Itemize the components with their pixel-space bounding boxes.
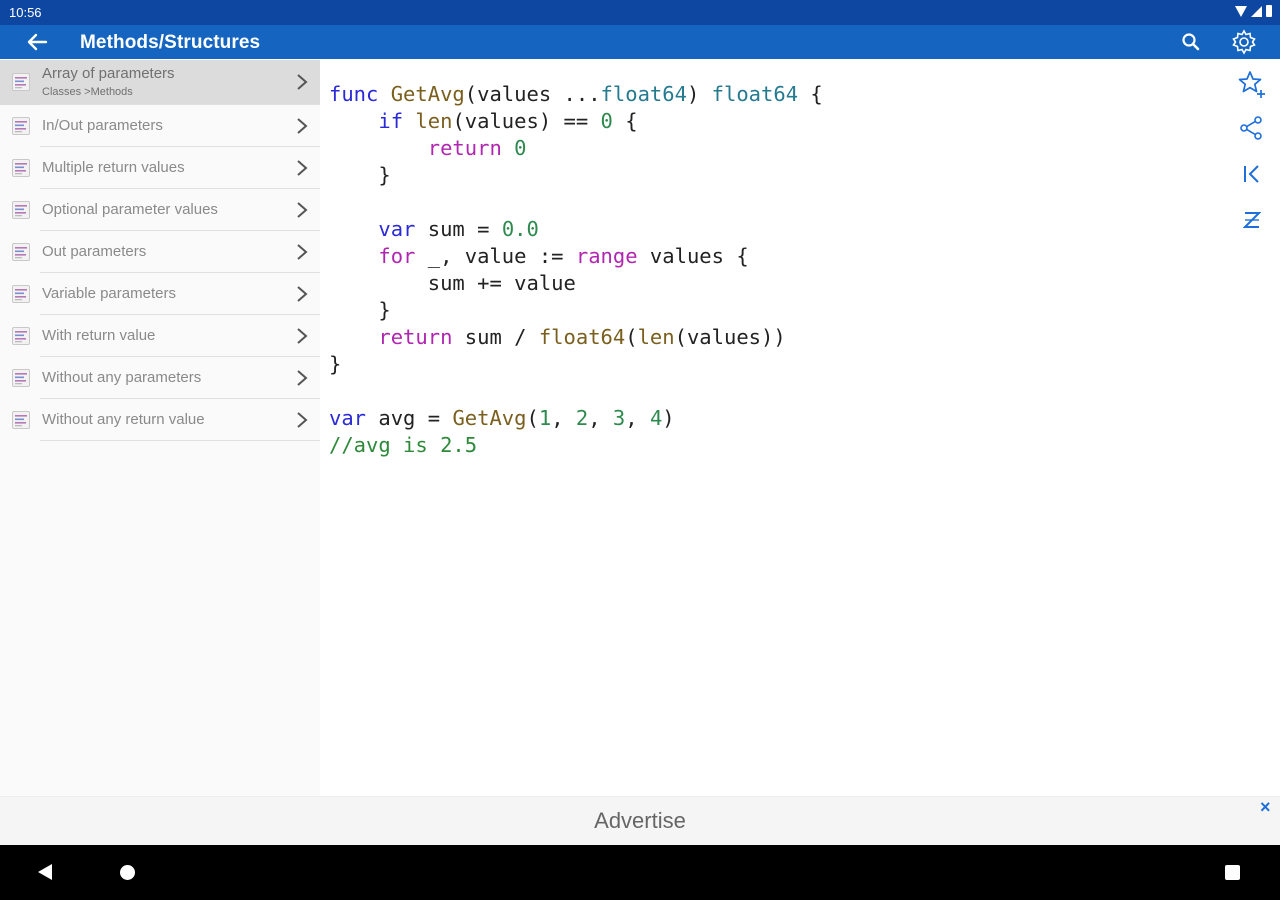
sidebar-item[interactable]: Array of parameters Classes >Methods (0, 60, 320, 105)
code-file-icon (11, 410, 31, 430)
status-bar: 10:56 (0, 0, 1280, 25)
star-plus-icon[interactable] (1236, 68, 1268, 100)
search-icon[interactable] (1180, 31, 1202, 53)
code-file-icon (11, 368, 31, 388)
close-icon[interactable]: × (1260, 797, 1271, 818)
chevron-right-icon (296, 285, 308, 303)
nav-home-icon[interactable] (120, 865, 135, 880)
chevron-right-icon (296, 327, 308, 345)
code-block: func GetAvg(values ...float64) float64 {… (329, 82, 823, 457)
system-nav-bar (0, 845, 1280, 900)
system-icons (1235, 5, 1272, 17)
code-file-icon (11, 242, 31, 262)
battery-icon (1266, 5, 1272, 17)
sidebar-item[interactable]: Multiple return values (0, 147, 320, 189)
sort-az-icon[interactable] (1236, 204, 1268, 236)
code-file-icon (11, 200, 31, 220)
sidebar-item[interactable]: Out parameters (0, 231, 320, 273)
ad-banner[interactable]: Advertise × (0, 796, 1280, 845)
sidebar-item[interactable]: With return value (0, 315, 320, 357)
sidebar-item-label: In/Out parameters (42, 117, 163, 134)
chevron-right-icon (296, 159, 308, 177)
breadcrumb: Classes >Methods (42, 86, 133, 98)
nav-back-icon[interactable] (38, 864, 52, 880)
sidebar-item[interactable]: Without any return value (0, 399, 320, 441)
sidebar-item-label: Variable parameters (42, 285, 176, 302)
divider (0, 440, 40, 441)
sidebar-item-label: Without any return value (42, 411, 205, 428)
code-file-icon (11, 116, 31, 136)
sidebar-item[interactable]: Optional parameter values (0, 189, 320, 231)
chevron-right-icon (296, 411, 308, 429)
chevron-right-icon (296, 369, 308, 387)
sidebar-item[interactable]: Without any parameters (0, 357, 320, 399)
signal-icon (1251, 5, 1262, 17)
ad-text: Advertise (594, 808, 686, 833)
nav-recents-icon[interactable] (1225, 865, 1240, 880)
code-file-icon (11, 158, 31, 178)
sidebar: Array of parameters Classes >Methods In/Ou… (0, 60, 320, 796)
sidebar-item[interactable]: In/Out parameters (0, 105, 320, 147)
gear-icon[interactable] (1230, 28, 1258, 56)
sidebar-item[interactable]: Variable parameters (0, 273, 320, 315)
sidebar-item-label: Optional parameter values (42, 201, 218, 218)
sidebar-item-label: Out parameters (42, 243, 147, 260)
share-icon[interactable] (1236, 112, 1268, 144)
chevron-right-icon (296, 243, 308, 261)
page-title: Methods/Structures (80, 32, 261, 53)
app-bar: Methods/Structures (0, 25, 1280, 59)
chevron-right-icon (296, 201, 308, 219)
sidebar-item-label: With return value (42, 327, 156, 344)
sidebar-item-label: Multiple return values (42, 159, 185, 176)
code-panel: func GetAvg(values ...float64) float64 {… (320, 60, 1224, 796)
code-file-icon (11, 326, 31, 346)
skip-first-icon[interactable] (1236, 158, 1268, 190)
sidebar-item-label: Without any parameters (42, 369, 202, 386)
chevron-right-icon (296, 73, 308, 91)
code-file-icon (11, 284, 31, 304)
code-file-icon (11, 72, 31, 92)
back-arrow-icon[interactable] (26, 28, 48, 59)
wifi-icon (1235, 5, 1247, 17)
sidebar-item-label: Array of parameters (42, 65, 175, 82)
chevron-right-icon (296, 117, 308, 135)
status-time: 10:56 (9, 5, 42, 20)
